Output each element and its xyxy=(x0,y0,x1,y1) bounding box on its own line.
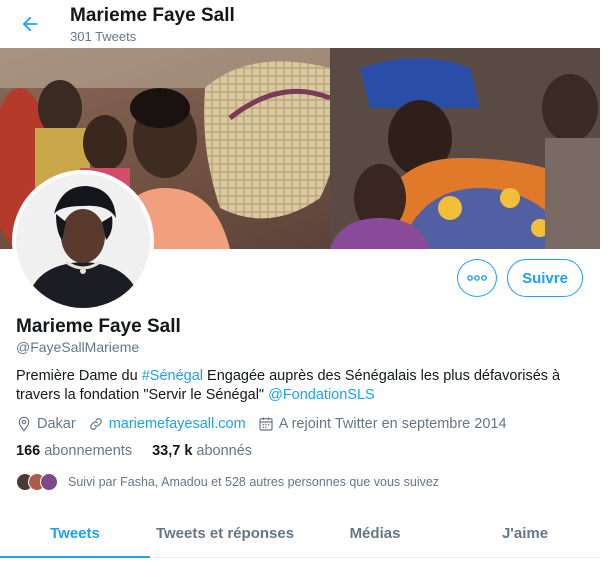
calendar-icon xyxy=(259,417,273,431)
profile-bio: Première Dame du #Sénégal Engagée auprès… xyxy=(16,367,576,405)
profile-avatar[interactable] xyxy=(12,170,154,312)
tab-tweets[interactable]: Tweets xyxy=(0,510,150,558)
website-link[interactable]: mariemefayesall.com xyxy=(109,416,246,432)
arrow-left-icon xyxy=(22,16,38,32)
profile-stats: 166 abonnements 33,7 k abonnés xyxy=(16,443,272,459)
following-link[interactable]: 166 abonnements xyxy=(16,443,132,459)
joined-text: A rejoint Twitter en septembre 2014 xyxy=(278,416,507,432)
location-item: Dakar xyxy=(16,416,76,432)
location-text: Dakar xyxy=(37,416,76,432)
follow-button[interactable]: Suivre xyxy=(507,259,583,297)
avatar-photo xyxy=(16,174,150,308)
followed-by[interactable]: Suivi par Fasha, Amadou et 528 autres pe… xyxy=(16,472,439,492)
location-pin-icon xyxy=(18,416,30,432)
more-options-button[interactable] xyxy=(457,259,497,297)
tab-likes[interactable]: J'aime xyxy=(450,510,600,557)
follower-avatars xyxy=(16,473,58,491)
profile-meta: Dakar mariemefayesall.com A rejoint Twit… xyxy=(16,414,519,434)
website-item: mariemefayesall.com xyxy=(88,416,246,432)
profile-tabs: Tweets Tweets et réponses Médias J'aime xyxy=(0,510,600,558)
followers-count: 33,7 k xyxy=(152,443,193,459)
tweet-count: 301 Tweets xyxy=(70,29,137,44)
following-label: abonnements xyxy=(44,443,133,459)
tab-tweets-replies[interactable]: Tweets et réponses xyxy=(150,510,300,557)
hashtag-link[interactable]: #Sénégal xyxy=(142,368,203,384)
followed-by-text: Suivi par Fasha, Amadou et 528 autres pe… xyxy=(68,475,440,489)
tab-media[interactable]: Médias xyxy=(300,510,450,557)
bio-text: Première Dame du xyxy=(16,368,142,384)
followers-label: abonnés xyxy=(196,443,253,459)
header-title: Marieme Faye Sall xyxy=(70,5,235,26)
link-icon xyxy=(89,418,102,430)
avatar xyxy=(40,473,58,491)
more-horizontal-icon xyxy=(467,275,487,281)
profile-header: Marieme Faye Sall 301 Tweets xyxy=(0,0,600,48)
profile-handle: @FayeSallMarieme xyxy=(16,339,140,355)
mention-link[interactable]: @FondationSLS xyxy=(268,387,375,403)
following-count: 166 xyxy=(16,443,41,459)
back-button[interactable] xyxy=(16,10,44,38)
joined-item: A rejoint Twitter en septembre 2014 xyxy=(258,416,507,432)
profile-name: Marieme Faye Sall xyxy=(16,316,181,337)
followers-link[interactable]: 33,7 k abonnés xyxy=(152,443,252,459)
